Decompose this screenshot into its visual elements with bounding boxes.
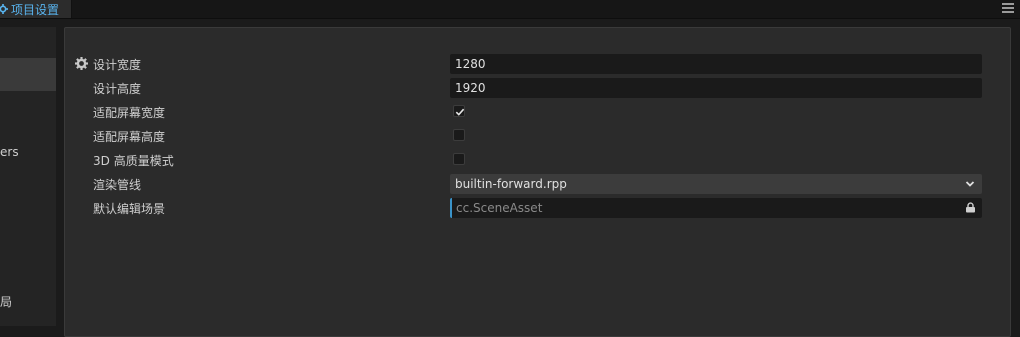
fit-width-label: 适配屏幕宽度 [93, 106, 166, 120]
fit-height-label: 适配屏幕高度 [93, 130, 166, 144]
sidebar-item-layers[interactable]: ers [0, 135, 56, 168]
fit-height-checkbox[interactable] [453, 129, 465, 141]
gear-icon[interactable] [75, 57, 88, 70]
tab-label: 项目设置 [11, 2, 60, 17]
hamburger-menu-icon[interactable] [1002, 3, 1014, 15]
fit-width-checkbox[interactable] [453, 105, 465, 117]
gear-icon [0, 2, 8, 16]
sidebar-item-active[interactable] [0, 58, 56, 91]
lock-icon [966, 202, 975, 213]
default-scene-asset-field[interactable]: cc.SceneAsset [450, 198, 982, 218]
chevron-down-icon [965, 181, 975, 187]
sidebar-item-layout[interactable]: 局 [0, 285, 56, 318]
design-width-label: 设计宽度 [93, 58, 142, 72]
render-pipeline-value: builtin-forward.rpp [455, 177, 567, 191]
render-pipeline-select[interactable]: builtin-forward.rpp [450, 174, 982, 194]
design-width-input[interactable]: 1280 [450, 54, 982, 74]
setting-row-design-height: 设计高度 1920 [65, 78, 1012, 98]
setting-row-render-pipeline: 渲染管线 builtin-forward.rpp [65, 174, 1012, 194]
design-height-label: 设计高度 [93, 82, 142, 96]
hq-mode-checkbox[interactable] [453, 153, 465, 165]
setting-row-hq-mode: 3D 高质量模式 [65, 150, 1012, 170]
setting-row-default-scene: 默认编辑场景 cc.SceneAsset [65, 198, 1012, 218]
hq-mode-label: 3D 高质量模式 [93, 154, 174, 168]
tab-bar: 项目设置 [0, 0, 1020, 19]
default-scene-placeholder: cc.SceneAsset [456, 201, 543, 215]
checkmark-icon [455, 108, 465, 116]
default-scene-label: 默认编辑场景 [93, 202, 166, 216]
setting-row-fit-width: 适配屏幕宽度 [65, 102, 1012, 122]
sidebar-item-label: ers [0, 144, 19, 159]
setting-row-fit-height: 适配屏幕高度 [65, 126, 1012, 146]
sidebar-item-label: 局 [0, 295, 13, 309]
design-height-input[interactable]: 1920 [450, 78, 982, 98]
sidebar: ers 局 [0, 27, 56, 326]
settings-panel: 设计宽度 1280 设计高度 1920 适配屏幕宽度 适配屏幕高度 3D 高质量… [64, 27, 1011, 337]
render-pipeline-label: 渲染管线 [93, 178, 142, 192]
tab-project-settings[interactable]: 项目设置 [0, 0, 72, 18]
setting-row-design-width: 设计宽度 1280 [65, 54, 1012, 74]
